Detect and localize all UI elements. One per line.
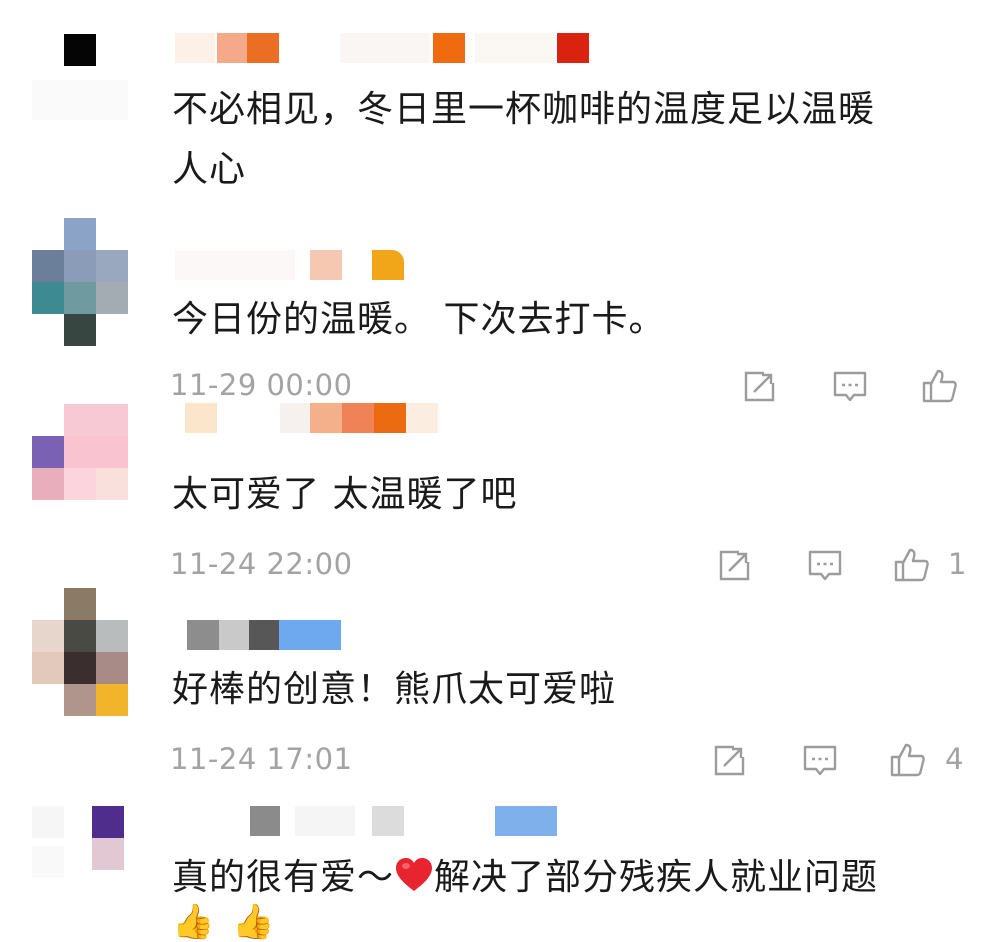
thumbs-up-icon [894, 548, 929, 582]
share-icon [714, 745, 745, 776]
reply-button[interactable] [800, 740, 840, 780]
comment-meta: 11-24 17:01 4 [170, 740, 964, 780]
comment-icon [808, 550, 842, 581]
share-button[interactable] [710, 740, 750, 780]
like-button[interactable] [920, 366, 960, 406]
comment-time: 11-29 00:00 [170, 368, 353, 402]
comment-text-part: 解决了部分残疾人就业问题 [434, 857, 879, 898]
like-count: 1 [948, 547, 967, 581]
like-count: 4 [945, 742, 964, 776]
thumbs-up-icon [922, 369, 957, 403]
comment-text: 真的很有爱～ 解决了部分残疾人就业问题 [172, 848, 878, 908]
avatar[interactable] [32, 588, 128, 716]
share-icon [719, 550, 750, 581]
comment-text: 好棒的创意！熊爪太可爱啦 [172, 669, 617, 710]
avatar[interactable] [32, 806, 128, 934]
comment-text: 不必相见，冬日里一杯咖啡的温度足以温暖 [172, 89, 876, 130]
comment-text: 人心 [172, 149, 247, 190]
comment-icon [833, 371, 867, 402]
avatar[interactable] [32, 218, 128, 346]
username-blurred[interactable] [175, 806, 565, 836]
comment-time: 11-24 17:01 [170, 742, 353, 776]
comment-icon [803, 745, 837, 776]
comment-text: 今日份的温暖。 下次去打卡。 [172, 299, 666, 340]
comment-text: 太可爱了 太温暖了吧 [172, 474, 518, 515]
thumbs-up-emoji: 👍👍 [172, 902, 293, 942]
red-heart-icon [396, 858, 433, 891]
comment-text-part: 真的很有爱～ [172, 857, 395, 898]
like-button[interactable] [892, 545, 932, 585]
comment-time: 11-24 22:00 [170, 547, 353, 581]
username-blurred[interactable] [175, 250, 415, 280]
share-button[interactable] [740, 366, 780, 406]
username-blurred[interactable] [175, 620, 341, 650]
reply-button[interactable] [805, 545, 845, 585]
reply-button[interactable] [830, 366, 870, 406]
share-icon [744, 371, 775, 402]
share-button[interactable] [715, 545, 755, 585]
comment-meta: 11-24 22:00 1 [170, 545, 967, 585]
like-button[interactable] [888, 740, 928, 780]
thumbs-up-icon [890, 743, 925, 777]
avatar[interactable] [32, 404, 128, 532]
avatar[interactable] [32, 20, 128, 148]
username-blurred[interactable] [175, 33, 595, 63]
comment-meta: 11-29 00:00 [170, 366, 964, 406]
username-blurred[interactable] [175, 403, 445, 433]
